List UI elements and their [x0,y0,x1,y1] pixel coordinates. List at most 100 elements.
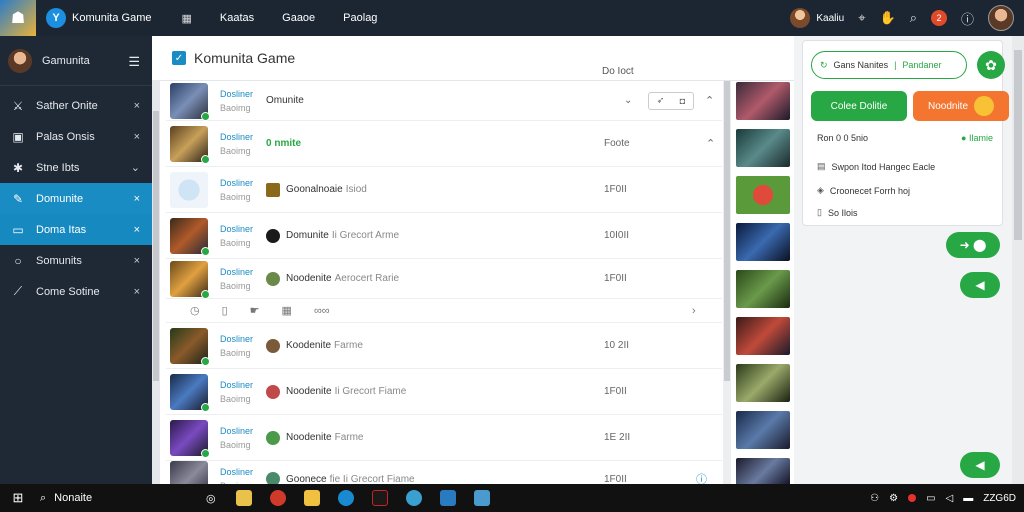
file-icon: ▯ [817,207,822,217]
edge-icon[interactable] [337,490,354,506]
search-icon[interactable]: ⌕ [910,10,917,26]
profile-avatar[interactable] [988,5,1014,31]
scroll-thumb[interactable] [724,81,730,381]
netflix-icon[interactable] [371,490,388,506]
sidebar-user[interactable]: Gamunita ☰ [0,36,152,86]
row-tag: Baoimg [220,102,251,113]
timer-icon[interactable]: ◷ [190,304,200,317]
link-icon[interactable]: ∞∞ [314,305,330,317]
alert-icon[interactable] [908,494,917,502]
explorer-icon[interactable] [235,490,252,506]
strip-thumbnail[interactable] [736,176,790,214]
volume-icon[interactable]: ◁ [946,493,954,504]
list-item[interactable]: Dosliner Baoimg 0 nmite Foote ⌃ [166,121,722,167]
menu-item-2[interactable]: Paolag [343,12,377,24]
list-item[interactable]: Dosliner Baoimg Noodenite Ii Grecort Fiam… [166,369,722,415]
message-pill-button[interactable]: ◀ [960,272,1000,298]
strip-thumbnail[interactable] [736,223,790,261]
info-line-1[interactable]: ▤ Swpon Itod Hangec Eacle [817,161,935,172]
photos-icon[interactable] [473,490,490,506]
strip-thumbnail[interactable] [736,129,790,167]
list-item[interactable]: Dosliner Baoimg Noodenite Farme 1E 2II [166,415,722,461]
user-name[interactable]: Kaaliu [816,13,844,24]
user-avatar-small[interactable] [790,8,811,28]
grid-icon[interactable]: ▦ [181,12,191,25]
menu-item-0[interactable]: Kaatas [220,12,254,24]
menu-item-1[interactable]: Gaaoe [282,12,315,24]
check-icon[interactable]: ✓ [172,51,186,65]
sidebar-item-0[interactable]: ⚔ Sather Onite × [0,90,152,121]
cortana-icon[interactable]: ◎ [206,492,216,505]
network-icon[interactable]: ▭ [926,493,935,504]
list-item[interactable]: Dosliner Baoimg Goonalnoaie Isiod 1F0II [166,167,722,213]
info-line-2[interactable]: ◈ Croonecet Forrh hoj [817,185,910,196]
settings-icon[interactable]: ✿ [977,51,1005,79]
strip-thumbnail[interactable] [736,317,790,355]
row-author: Dosliner [220,467,254,477]
game-icon [266,338,280,353]
settings-icon[interactable]: ⚙ [889,493,898,504]
chrome-icon[interactable] [269,490,286,506]
book-icon[interactable]: ▯ [222,304,228,317]
strip-thumbnail[interactable] [736,411,790,449]
grid-icon[interactable]: ▦ [282,304,292,317]
strip-thumbnail[interactable] [736,270,790,308]
camera-icon[interactable]: ◘ [680,96,685,106]
row-author: Dosliner [220,379,254,390]
brand-logo[interactable]: ☗ [0,0,36,36]
hand-icon[interactable]: ✋ [880,10,896,26]
sidebar-item-6[interactable]: ⟋ Come Sotine × [0,276,152,307]
help-icon[interactable]: ⓘ [961,9,974,28]
list-item[interactable]: Dosliner Baoimg Noodenite Aerocert Rarie … [166,259,722,299]
info-line-3[interactable]: ▯ So Ilois [817,207,857,218]
list-item[interactable]: Dosliner Baoimg Koodenite Farme 10 2II [166,323,722,369]
clock[interactable]: ZZG6D [983,493,1016,504]
row-subtitle: Ii Grecort Arme [331,230,400,241]
secondary-action-button[interactable]: Noodnite [913,91,1009,121]
sidebar-item-2[interactable]: ✱ Stne Ibts ⌄ [0,152,152,183]
close-icon[interactable]: × [134,224,140,236]
chat-pill-button[interactable]: ◀ [960,452,1000,478]
chevron-up-icon[interactable]: ⌃ [705,94,714,107]
close-icon[interactable]: × [134,131,140,143]
scroll-thumb[interactable] [153,111,159,381]
scroll-thumb[interactable] [1014,50,1022,240]
people-icon[interactable]: ⚇ [870,493,879,504]
notification-icon[interactable]: 2 [930,10,947,26]
strip-thumbnail[interactable] [736,82,790,120]
sidebar-item-5[interactable]: ○ Somunits × [0,245,152,276]
list-item[interactable]: Dosliner Baoimg Omunite ⌃ ➶ ◘ ⌄ [166,81,722,121]
search-filter[interactable]: ↻ Gans Nanites | Pandaner [811,51,967,79]
taskbar-search[interactable]: ⌕ Nonaite [40,492,220,505]
chevron-down-icon[interactable]: ⌄ [131,161,140,174]
chevron-up-icon[interactable]: ⌃ [706,137,715,150]
close-icon[interactable]: × [134,286,140,298]
sidebar-item-3[interactable]: ✎ Domunite × [0,183,152,214]
sidebar-item-1[interactable]: ▣ Palas Onsis × [0,121,152,152]
cursor-icon[interactable]: ➶ [657,95,665,106]
pin-icon[interactable]: ⌖ [858,10,865,26]
strip-thumbnail[interactable] [736,364,790,402]
chevron-down-icon[interactable]: ⌄ [624,95,632,106]
share-pill-button[interactable]: ➜ ⬤ [946,232,1000,258]
menu-icon[interactable]: ☰ [128,54,140,70]
list-item[interactable]: Dosliner Baoimg Domunite Ii Grecort Arme … [166,213,722,259]
page-scrollbar[interactable] [1012,36,1024,484]
close-icon[interactable]: × [134,193,140,205]
close-icon[interactable]: × [134,100,140,112]
left-scrollbar[interactable] [152,81,160,484]
hand-icon[interactable]: ☛ [250,304,260,317]
chevron-right-icon[interactable]: › [692,305,696,317]
sidebar-item-4[interactable]: ▭ Doma Itas × [0,214,152,245]
battery-icon[interactable]: ▬ [963,493,973,504]
list-scrollbar[interactable] [723,81,731,484]
windows-start-icon[interactable]: ⊞ [0,490,36,506]
row-author: Dosliner [220,333,254,344]
maps-icon[interactable] [405,490,422,506]
store-icon[interactable] [439,490,456,506]
folder-icon[interactable] [303,490,320,506]
row-controls-box[interactable]: ➶ ◘ [648,91,694,110]
primary-action-button[interactable]: Colee Dolitie [811,91,907,121]
close-icon[interactable]: × [134,255,140,267]
sidebar: Gamunita ☰ ⚔ Sather Onite × ▣ Palas Onsi… [0,36,152,484]
